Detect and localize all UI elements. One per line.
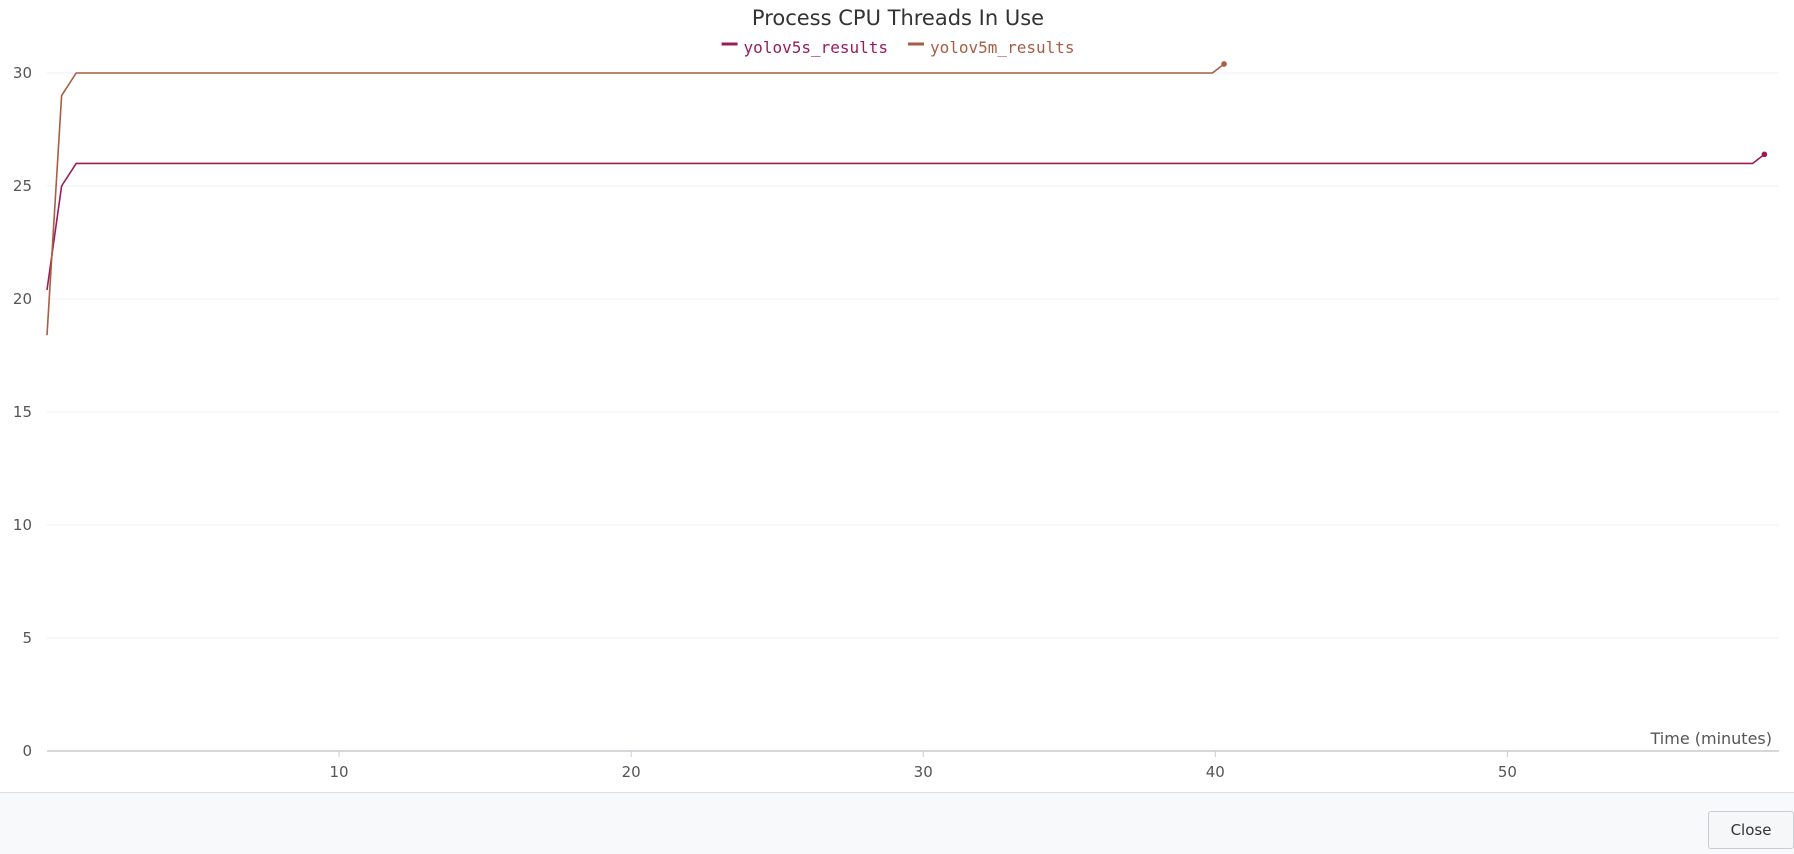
series-end-point-yolov5m_results	[1221, 61, 1227, 67]
y-tick-label: 5	[22, 629, 32, 647]
y-tick-label: 15	[13, 403, 32, 421]
chart-title: Process CPU Threads In Use	[752, 6, 1044, 30]
y-tick-label: 30	[13, 64, 32, 82]
legend-label-yolov5m_results: yolov5m_results	[930, 38, 1075, 57]
series-line-yolov5s_results	[46, 153, 1765, 291]
series-end-point-yolov5s_results	[1761, 151, 1768, 158]
y-axis: 0 5 10 15 20 25 30	[13, 64, 32, 760]
y-tick-label: 10	[13, 516, 32, 534]
x-tick-label: 20	[622, 763, 641, 781]
x-tick-label: 40	[1206, 763, 1225, 781]
y-tick-label: 25	[13, 177, 32, 195]
line-chart: Process CPU Threads In Use yolov5s_resul…	[13, 6, 1779, 781]
x-tick-label: 50	[1498, 763, 1517, 781]
chart-legend: yolov5s_results yolov5m_results	[721, 38, 1075, 57]
dialog-footer: Close	[0, 792, 1794, 854]
x-axis-title: Time (minutes)	[1650, 729, 1773, 748]
y-tick-label: 0	[22, 742, 32, 760]
x-tick-label: 30	[914, 763, 933, 781]
x-tick-label: 10	[330, 763, 349, 781]
close-button[interactable]: Close	[1708, 811, 1794, 849]
grid-lines	[47, 72, 1779, 752]
legend-label-yolov5s_results: yolov5s_results	[744, 38, 889, 57]
x-axis: 10 20 30 40 50	[330, 751, 1517, 781]
y-tick-label: 20	[13, 290, 32, 308]
plot-area	[46, 61, 1768, 336]
series-line-yolov5m_results	[46, 63, 1225, 336]
